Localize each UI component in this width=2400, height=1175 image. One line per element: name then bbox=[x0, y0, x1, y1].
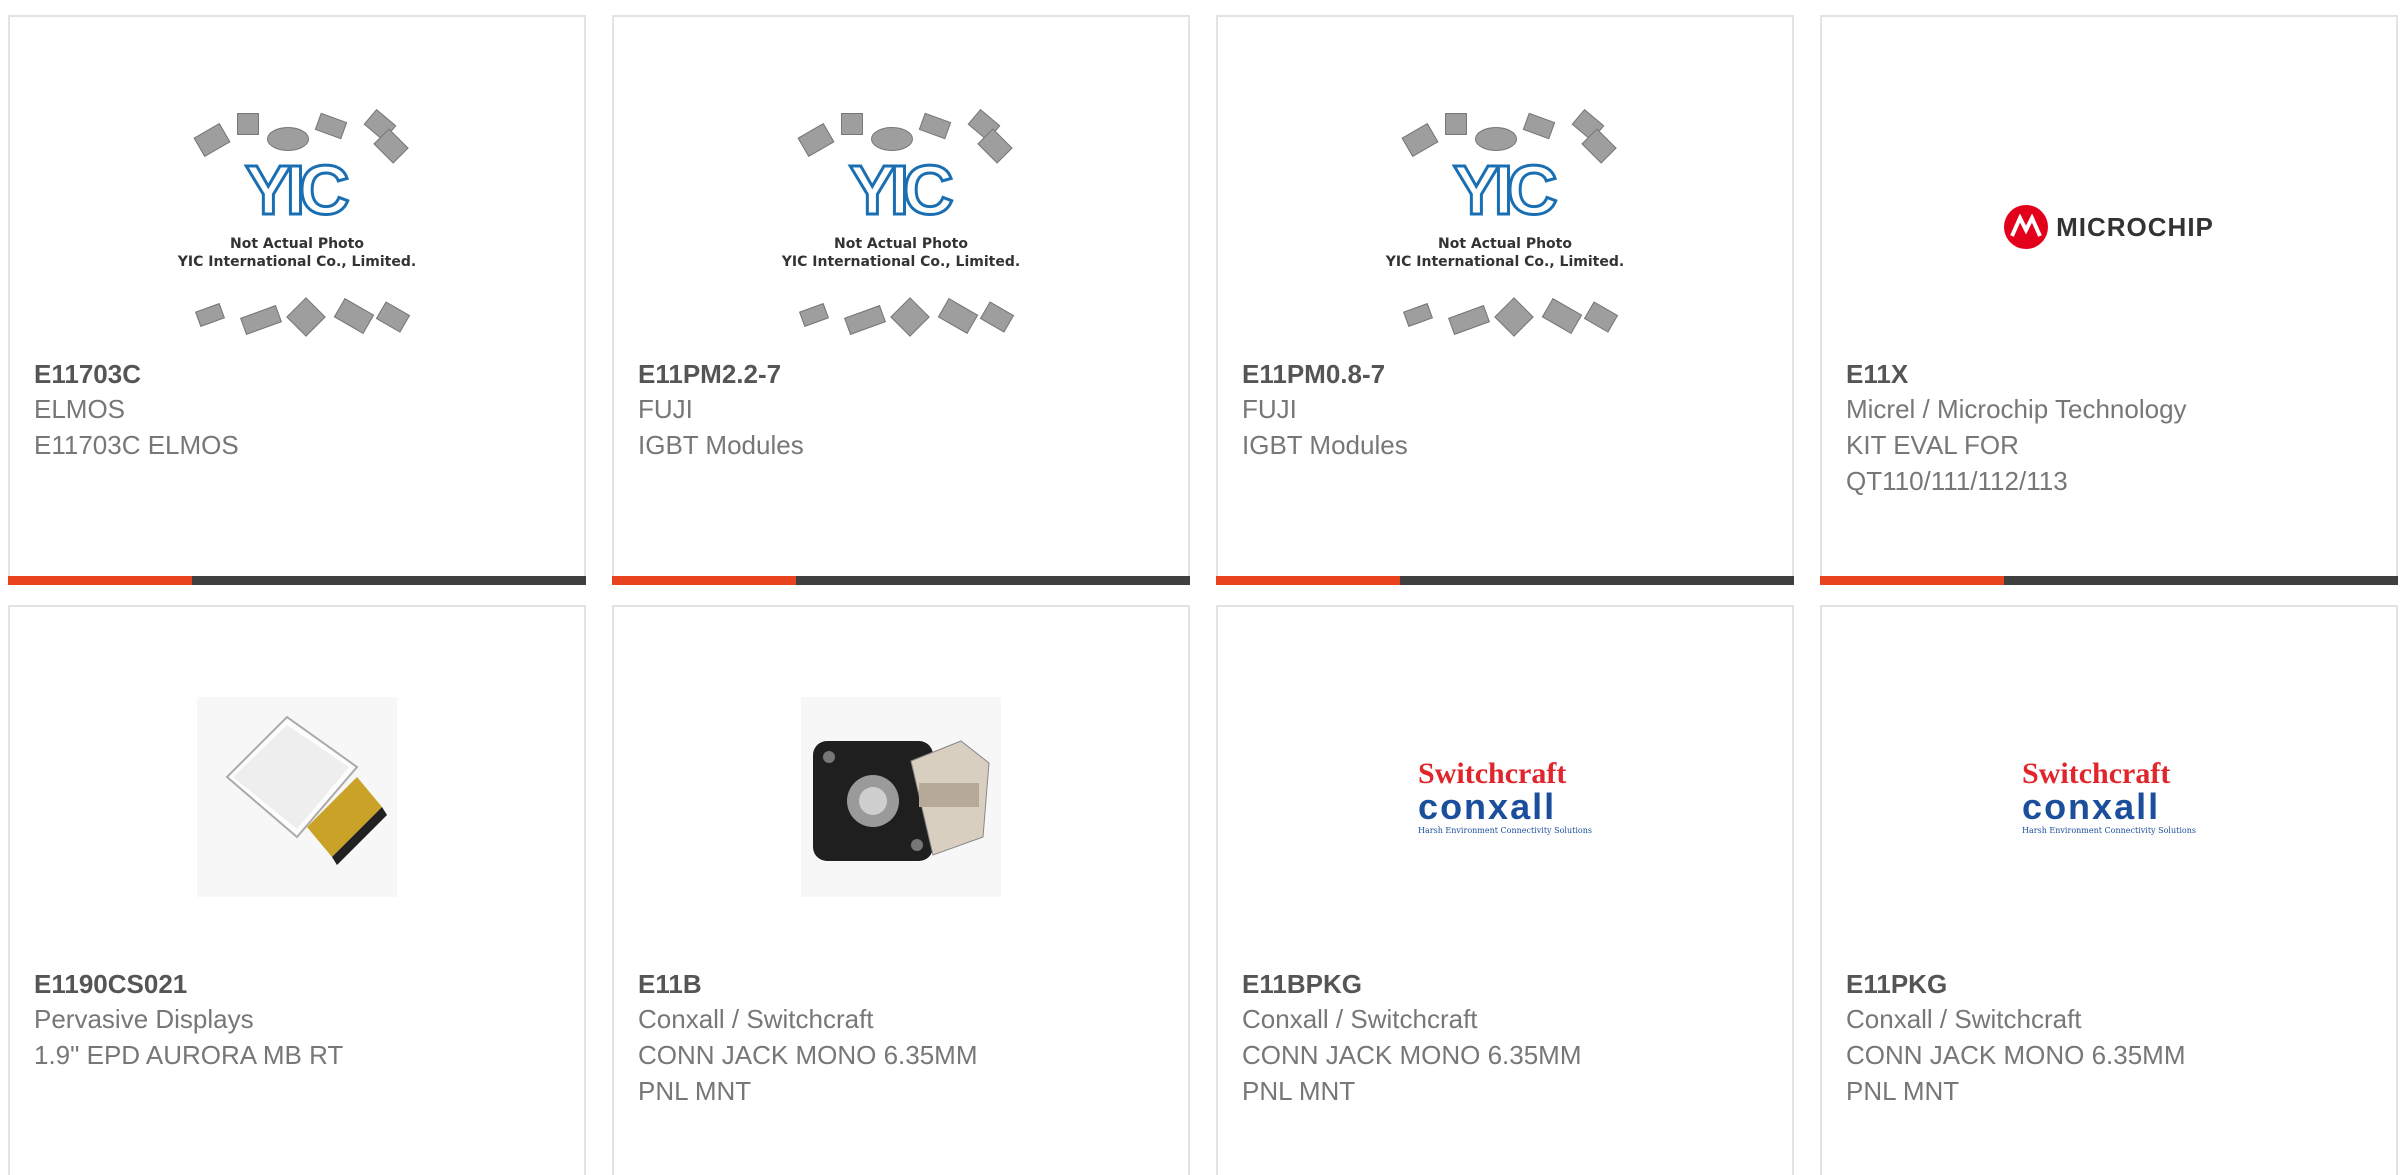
description: CONN JACK MONO 6.35MM bbox=[638, 1040, 978, 1070]
product-image[interactable]: YIC Not Actual Photo YIC International C… bbox=[10, 87, 584, 367]
part-number[interactable]: E11703C bbox=[34, 357, 564, 391]
part-number[interactable]: E1190CS021 bbox=[34, 967, 564, 1001]
placeholder-company: YIC International Co., Limited. bbox=[781, 254, 1021, 270]
product-image[interactable]: Switchcraft conxall Harsh Environment Co… bbox=[1822, 677, 2396, 917]
product-image[interactable] bbox=[614, 677, 1188, 917]
logo-tagline: Harsh Environment Connectivity Solutions bbox=[1418, 826, 1592, 835]
product-card[interactable]: E1190CS021 Pervasive Displays 1.9" EPD A… bbox=[8, 605, 586, 1175]
part-number[interactable]: E11B bbox=[638, 967, 1168, 1001]
brand: ELMOS bbox=[34, 394, 126, 424]
description: IGBT Modules bbox=[638, 430, 804, 460]
brand: Conxall / Switchcraft bbox=[1242, 1004, 1478, 1034]
product-card[interactable]: YIC Not Actual Photo YIC International C… bbox=[8, 15, 586, 585]
part-number[interactable]: E11BPKG bbox=[1242, 967, 1772, 1001]
conxall-wordmark: conxall bbox=[1418, 786, 1557, 827]
product-card[interactable]: Switchcraft conxall Harsh Environment Co… bbox=[1820, 605, 2398, 1175]
microchip-logo: MICROCHIP bbox=[2004, 205, 2214, 249]
description: CONN JACK MONO 6.35MM bbox=[1242, 1040, 1582, 1070]
brand: FUJI bbox=[638, 394, 693, 424]
product-image[interactable]: MICROCHIP bbox=[1822, 87, 2396, 367]
epd-display-photo bbox=[197, 697, 397, 897]
conxall-wordmark: conxall bbox=[2022, 786, 2161, 827]
product-card[interactable]: E11B Conxall / Switchcraft CONN JACK MON… bbox=[612, 605, 1190, 1175]
product-image[interactable]: YIC Not Actual Photo YIC International C… bbox=[614, 87, 1188, 367]
card-bottom-bar bbox=[1216, 576, 1794, 585]
description: CONN JACK MONO 6.35MM bbox=[1846, 1040, 2186, 1070]
card-bottom-bar bbox=[8, 576, 586, 585]
placeholder-note: Not Actual Photo bbox=[834, 236, 968, 252]
brand: Conxall / Switchcraft bbox=[638, 1004, 874, 1034]
part-number[interactable]: E11PM0.8-7 bbox=[1242, 357, 1772, 391]
card-bottom-bar bbox=[612, 576, 1190, 585]
product-card[interactable]: YIC Not Actual Photo YIC International C… bbox=[612, 15, 1190, 585]
placeholder-note: Not Actual Photo bbox=[230, 236, 364, 252]
brand: Micrel / Microchip Technology bbox=[1846, 394, 2187, 424]
microchip-logo-icon bbox=[2004, 205, 2049, 249]
brand: Conxall / Switchcraft bbox=[1846, 1004, 2082, 1034]
yic-placeholder-image: YIC Not Actual Photo YIC International C… bbox=[771, 107, 1031, 347]
yic-logo: YIC bbox=[1452, 151, 1560, 229]
product-image[interactable] bbox=[10, 677, 584, 917]
part-number[interactable]: E11PM2.2-7 bbox=[638, 357, 1168, 391]
product-card[interactable]: Switchcraft conxall Harsh Environment Co… bbox=[1216, 605, 1794, 1175]
description: PNL MNT bbox=[1846, 1076, 1960, 1106]
yic-logo: YIC bbox=[848, 151, 956, 229]
product-card[interactable]: MICROCHIP E11X Micrel / Microchip Techno… bbox=[1820, 15, 2398, 585]
placeholder-company: YIC International Co., Limited. bbox=[1385, 254, 1625, 270]
brand: Pervasive Displays bbox=[34, 1004, 254, 1034]
description: QT110/111/112/113 bbox=[1846, 466, 2068, 496]
switchcraft-logo: Switchcraft conxall Harsh Environment Co… bbox=[1418, 759, 1592, 835]
switchcraft-wordmark: Switchcraft bbox=[2022, 757, 2171, 790]
yic-placeholder-image: YIC Not Actual Photo YIC International C… bbox=[1375, 107, 1635, 347]
jack-photo bbox=[801, 697, 1001, 897]
description: 1.9" EPD AURORA MB RT bbox=[34, 1040, 344, 1070]
product-image[interactable]: YIC Not Actual Photo YIC International C… bbox=[1218, 87, 1792, 367]
description: E11703C ELMOS bbox=[34, 430, 239, 460]
placeholder-note: Not Actual Photo bbox=[1438, 236, 1572, 252]
description: IGBT Modules bbox=[1242, 430, 1408, 460]
product-image[interactable]: Switchcraft conxall Harsh Environment Co… bbox=[1218, 677, 1792, 917]
switchcraft-wordmark: Switchcraft bbox=[1418, 757, 1567, 790]
description: PNL MNT bbox=[1242, 1076, 1356, 1106]
part-number[interactable]: E11PKG bbox=[1846, 967, 2376, 1001]
yic-logo: YIC bbox=[244, 151, 352, 229]
logo-tagline: Harsh Environment Connectivity Solutions bbox=[2022, 826, 2196, 835]
part-number[interactable]: E11X bbox=[1846, 357, 2376, 391]
switchcraft-logo: Switchcraft conxall Harsh Environment Co… bbox=[2022, 759, 2196, 835]
product-grid: YIC Not Actual Photo YIC International C… bbox=[0, 0, 2400, 1175]
microchip-wordmark: MICROCHIP bbox=[2056, 211, 2214, 242]
placeholder-company: YIC International Co., Limited. bbox=[177, 254, 417, 270]
description: PNL MNT bbox=[638, 1076, 752, 1106]
card-bottom-bar bbox=[1820, 576, 2398, 585]
yic-placeholder-image: YIC Not Actual Photo YIC International C… bbox=[167, 107, 427, 347]
description: KIT EVAL FOR bbox=[1846, 430, 2019, 460]
brand: FUJI bbox=[1242, 394, 1297, 424]
product-card[interactable]: YIC Not Actual Photo YIC International C… bbox=[1216, 15, 1794, 585]
